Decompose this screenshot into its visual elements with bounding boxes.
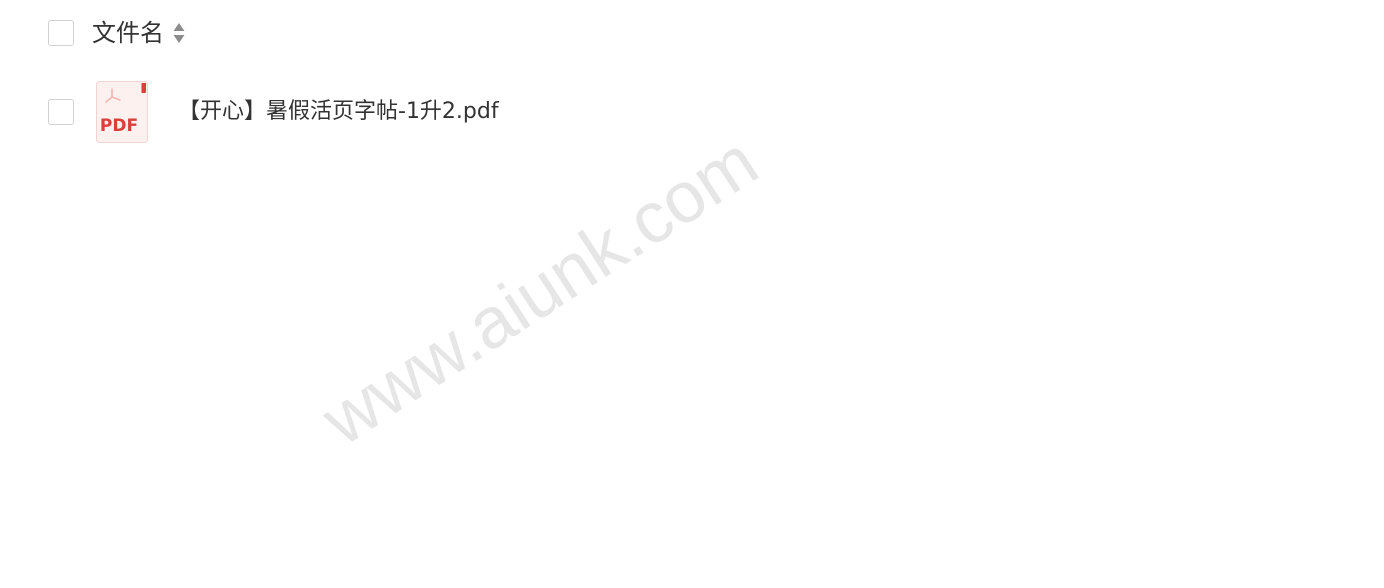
sort-icon: [173, 23, 185, 43]
file-select-checkbox[interactable]: [48, 99, 74, 125]
file-row[interactable]: PDF 【开心】暑假活页字帖-1升2.pdf: [48, 80, 499, 144]
select-all-checkbox[interactable]: [48, 20, 74, 46]
file-list: 文件名 PDF 【开心】暑假活页字帖-1升2.pdf: [0, 0, 1384, 588]
file-list-header: 文件名: [48, 16, 186, 50]
sort-toggle-button[interactable]: [172, 21, 186, 45]
pdf-file-icon: PDF: [96, 81, 148, 143]
file-name-link[interactable]: 【开心】暑假活页字帖-1升2.pdf: [178, 97, 499, 127]
filename-column-header[interactable]: 文件名: [92, 16, 164, 50]
pdf-icon-label: PDF: [100, 116, 138, 136]
